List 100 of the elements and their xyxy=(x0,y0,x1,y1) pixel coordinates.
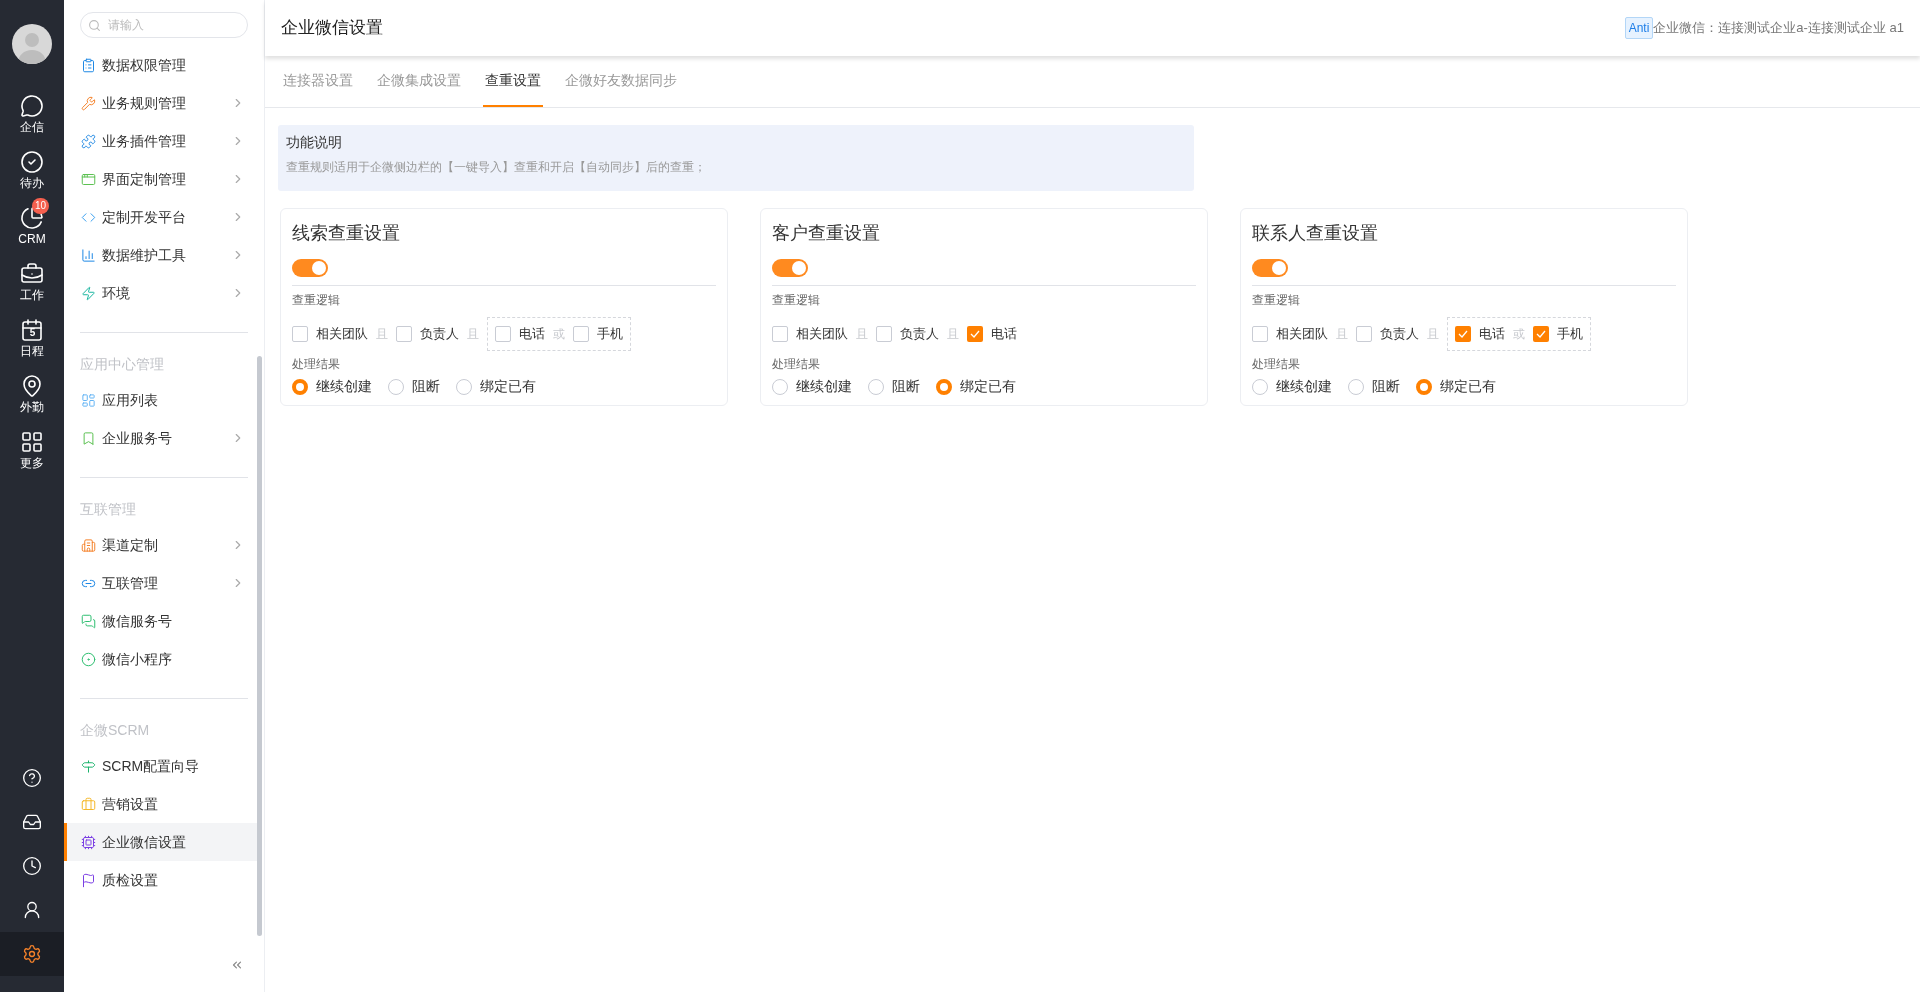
radio[interactable] xyxy=(936,378,952,395)
check-icon xyxy=(1536,330,1546,338)
bar-chart-icon xyxy=(81,247,96,263)
rail-item[interactable]: 工作 xyxy=(0,254,64,310)
rail-item[interactable]: 5 日程 xyxy=(0,310,64,366)
checkbox[interactable] xyxy=(967,326,983,342)
rail-item[interactable]: 更多 xyxy=(0,422,64,478)
checkbox-option[interactable]: 手机 xyxy=(573,324,623,344)
settings-icon xyxy=(22,944,42,964)
tag: Anti xyxy=(1624,17,1654,39)
checkbox[interactable] xyxy=(495,326,511,342)
radio[interactable] xyxy=(456,378,472,395)
sidebar-item[interactable]: 微信小程序 xyxy=(64,640,257,678)
radio[interactable] xyxy=(772,378,788,395)
checkbox-option[interactable]: 负责人 xyxy=(876,324,939,344)
toggle-switch[interactable] xyxy=(292,259,328,277)
sidebar-item[interactable]: 渠道定制 xyxy=(64,526,257,564)
puzzle-icon xyxy=(81,133,96,149)
collapse-icon xyxy=(230,958,244,972)
checkbox[interactable] xyxy=(1252,326,1268,342)
card-title: 客户查重设置 xyxy=(772,222,881,245)
section-header: 应用中心管理 xyxy=(79,355,165,374)
checkbox-option[interactable]: 相关团队 xyxy=(1252,324,1328,344)
checkbox[interactable] xyxy=(573,326,589,342)
card-title: 联系人查重设置 xyxy=(1252,222,1379,245)
radio-option[interactable]: 绑定已有 xyxy=(936,376,1016,397)
grid-icon xyxy=(81,392,96,408)
sidebar-item[interactable]: 数据维护工具 xyxy=(64,236,257,274)
sidebar-item[interactable]: 定制开发平台 xyxy=(64,198,257,236)
sidebar-item[interactable]: 界面定制管理 xyxy=(64,160,257,198)
rail-item[interactable]: 企信 xyxy=(0,86,64,142)
section-header: 互联管理 xyxy=(79,500,137,519)
radio[interactable] xyxy=(1252,378,1268,395)
sidebar-item[interactable]: 企业微信设置 xyxy=(64,823,257,861)
checkbox-option[interactable]: 手机 xyxy=(1533,324,1583,344)
radio-option[interactable]: 继续创建 xyxy=(772,376,852,397)
checkbox-option[interactable]: 电话 xyxy=(495,324,545,344)
checkbox-option[interactable]: 负责人 xyxy=(396,324,459,344)
radio-option[interactable]: 继续创建 xyxy=(292,376,372,397)
flag-icon xyxy=(81,872,96,888)
toggle-switch[interactable] xyxy=(772,259,808,277)
wrench-icon xyxy=(81,95,96,111)
sidebar-item[interactable]: 环境 xyxy=(64,274,257,312)
avatar[interactable] xyxy=(12,24,52,64)
radio[interactable] xyxy=(1348,378,1364,395)
radio[interactable] xyxy=(388,378,404,395)
radio-option[interactable]: 继续创建 xyxy=(1252,376,1332,397)
checkbox-option[interactable]: 相关团队 xyxy=(772,324,848,344)
bookmark-icon xyxy=(81,430,96,446)
radio-option[interactable]: 阻断 xyxy=(388,376,440,397)
card-title: 线索查重设置 xyxy=(292,222,401,245)
rail-item[interactable]: 外勤 xyxy=(0,366,64,422)
checkbox[interactable] xyxy=(1356,326,1372,342)
checkbox[interactable] xyxy=(1455,326,1471,342)
checkbox[interactable] xyxy=(292,326,308,342)
sidebar-item[interactable]: 营销设置 xyxy=(64,785,257,823)
sidebar-item[interactable]: 应用列表 xyxy=(64,381,257,419)
lightning-icon xyxy=(81,285,96,301)
page-title: 企业微信设置 xyxy=(281,17,383,40)
sidebar-item[interactable]: 业务插件管理 xyxy=(64,122,257,160)
count-badge: 10 xyxy=(32,197,50,214)
user-icon xyxy=(22,900,42,920)
briefcase-icon xyxy=(20,261,44,286)
rail-item[interactable]: 待办 xyxy=(0,142,64,198)
section-label: 处理结果 xyxy=(772,356,821,373)
chip-icon xyxy=(81,834,96,850)
checkbox-option[interactable]: 电话 xyxy=(967,324,1017,344)
clock-icon xyxy=(22,856,42,876)
checkbox-option[interactable]: 电话 xyxy=(1455,324,1505,344)
circle-icon xyxy=(81,651,96,667)
sidebar-item[interactable]: 互联管理 xyxy=(64,564,257,602)
sidebar-item[interactable]: SCRM配置向导 xyxy=(64,747,257,785)
rail-button[interactable] xyxy=(0,932,64,976)
checkbox[interactable] xyxy=(876,326,892,342)
sidebar-item[interactable]: 微信服务号 xyxy=(64,602,257,640)
radio[interactable] xyxy=(868,378,884,395)
sidebar-item[interactable]: 质检设置 xyxy=(64,861,257,899)
rail-item[interactable]: 10 CRM xyxy=(0,198,64,254)
sidebar-item[interactable]: 企业服务号 xyxy=(64,419,257,457)
radio-option[interactable]: 阻断 xyxy=(1348,376,1400,397)
radio-option[interactable]: 绑定已有 xyxy=(1416,376,1496,397)
radio[interactable] xyxy=(1416,378,1432,395)
radio-option[interactable]: 阻断 xyxy=(868,376,920,397)
clipboard-icon xyxy=(81,57,96,73)
search-field[interactable]: 请输入 xyxy=(80,12,248,38)
radio-option[interactable]: 绑定已有 xyxy=(456,376,536,397)
checkbox[interactable] xyxy=(396,326,412,342)
toggle-switch[interactable] xyxy=(1252,259,1288,277)
sidebar-item[interactable]: 业务规则管理 xyxy=(64,84,257,122)
account-label: 企业微信：连接测试企业a-连接测试企业 a1 xyxy=(1653,19,1904,38)
map-pin-icon xyxy=(20,373,44,398)
checkbox[interactable] xyxy=(1533,326,1549,342)
checkbox-option[interactable]: 负责人 xyxy=(1356,324,1419,344)
checkbox[interactable] xyxy=(772,326,788,342)
sidebar-item[interactable]: 数据权限管理 xyxy=(64,46,257,84)
radio[interactable] xyxy=(292,378,308,395)
tab[interactable]: 查重设置 xyxy=(483,55,543,107)
checkbox-option[interactable]: 相关团队 xyxy=(292,324,368,344)
help-icon xyxy=(22,768,42,788)
calendar-day: 5 xyxy=(29,326,36,338)
